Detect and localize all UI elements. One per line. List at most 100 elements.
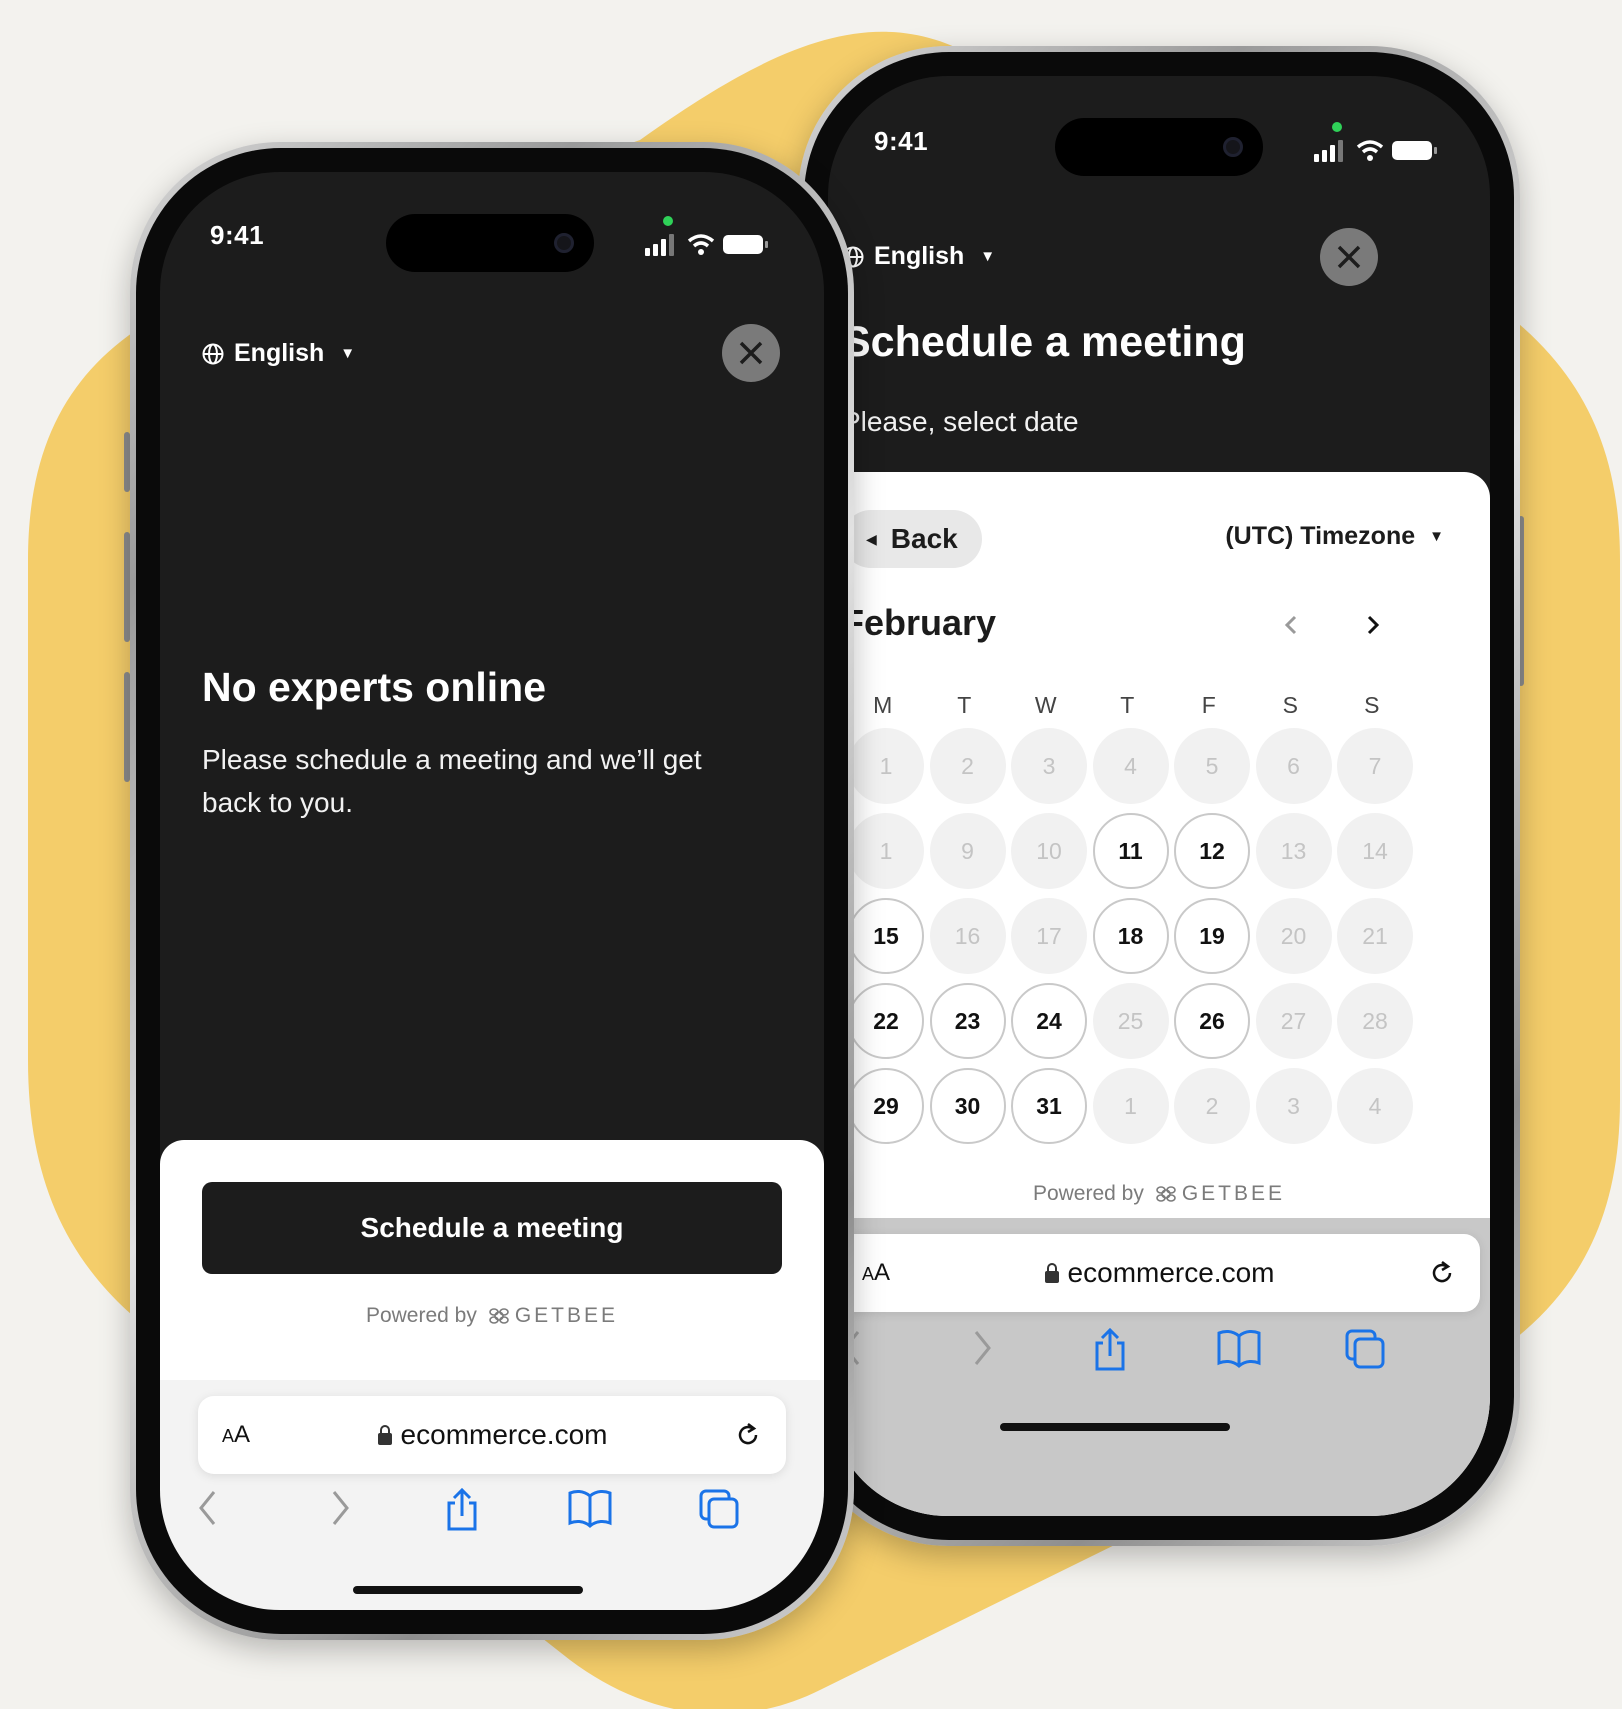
calendar-day-unavailable: 13 bbox=[1255, 813, 1332, 889]
address-bar[interactable]: AA ecommerce.com bbox=[838, 1234, 1480, 1312]
calendar-day-available[interactable]: 19 bbox=[1174, 898, 1250, 974]
bookmarks-icon[interactable] bbox=[567, 1488, 613, 1528]
status-time: 9:41 bbox=[874, 126, 929, 156]
share-icon[interactable] bbox=[1090, 1328, 1130, 1372]
back-button[interactable]: ◀ Back bbox=[842, 510, 982, 568]
close-button[interactable] bbox=[722, 324, 780, 382]
page-title: Schedule a meeting bbox=[842, 318, 1246, 366]
caret-down-icon: ▼ bbox=[980, 248, 996, 265]
page-subtitle: Please, select date bbox=[842, 406, 1079, 437]
calendar-day-available[interactable]: 23 bbox=[929, 983, 1006, 1059]
calendar-day-unavailable: 4 bbox=[1337, 1068, 1413, 1144]
calendar-day-unavailable: 1 bbox=[848, 728, 924, 804]
calendar-day-unavailable: 16 bbox=[929, 898, 1006, 974]
weekday-label: F bbox=[1201, 692, 1216, 718]
tabs-icon[interactable] bbox=[698, 1488, 740, 1530]
reload-icon[interactable] bbox=[734, 1421, 762, 1449]
calendar-day-available[interactable]: 15 bbox=[848, 898, 924, 974]
bottom-sheet: Schedule a meeting Powered by GETBEE bbox=[160, 1140, 824, 1380]
calendar-day-available[interactable]: 11 bbox=[1092, 813, 1169, 889]
calendar-day-available[interactable]: 31 bbox=[1011, 1068, 1087, 1144]
calendar-day-unavailable: 27 bbox=[1255, 983, 1332, 1059]
browser-bar: AA ecommerce.com bbox=[160, 1380, 824, 1610]
calendar-day-unavailable: 7 bbox=[1337, 728, 1413, 804]
schedule-meeting-button[interactable]: Schedule a meeting bbox=[202, 1182, 782, 1274]
brand-name: GETBEE bbox=[1181, 1182, 1286, 1205]
phone2-screen: 9:41 English ▼ Schedule a meeting Please… bbox=[828, 76, 1490, 1516]
subtext-line-2: back to you. bbox=[202, 787, 353, 818]
powered-by: Powered by GETBEE bbox=[828, 1182, 1490, 1206]
privacy-indicator bbox=[1332, 122, 1342, 132]
tabs-icon[interactable] bbox=[1344, 1328, 1386, 1370]
bee-icon bbox=[1156, 1186, 1176, 1202]
url-text: ecommerce.com bbox=[377, 1419, 607, 1451]
calendar-day-unavailable: 25 bbox=[1092, 983, 1169, 1059]
close-icon bbox=[739, 341, 763, 365]
powered-by: Powered by GETBEE bbox=[160, 1304, 824, 1328]
calendar-day-unavailable: 10 bbox=[1011, 813, 1087, 889]
reload-icon[interactable] bbox=[1428, 1259, 1456, 1287]
next-month-button[interactable] bbox=[1365, 614, 1381, 636]
calendar-day-unavailable: 1 bbox=[848, 813, 924, 889]
reader-settings-button[interactable]: AA bbox=[862, 1259, 890, 1287]
dynamic-island bbox=[1055, 118, 1263, 176]
privacy-indicator bbox=[663, 216, 673, 226]
weekday-label: T bbox=[957, 692, 972, 718]
powered-by-label: Powered by bbox=[1032, 1182, 1144, 1205]
brand-name: GETBEE bbox=[514, 1304, 619, 1327]
getbee-logo: GETBEE bbox=[1154, 1182, 1285, 1206]
calendar-day-available[interactable]: 30 bbox=[929, 1068, 1006, 1144]
calendar-day-available[interactable]: 18 bbox=[1092, 898, 1169, 974]
close-icon bbox=[1337, 245, 1361, 269]
weekday-label: M bbox=[873, 692, 893, 718]
status-time: 9:41 bbox=[210, 220, 265, 250]
dynamic-island bbox=[386, 214, 594, 272]
headline: No experts online bbox=[202, 664, 547, 710]
language-label: English bbox=[234, 339, 325, 367]
language-label: English bbox=[874, 242, 965, 270]
url-text: ecommerce.com bbox=[1044, 1257, 1274, 1289]
timezone-selector[interactable]: (UTC) Timezone ▼ bbox=[1225, 522, 1444, 551]
calendar-day-unavailable: 3 bbox=[1011, 728, 1087, 804]
home-indicator bbox=[353, 1586, 583, 1594]
phone1-screen: 9:41 English ▼ No experts online Please … bbox=[160, 172, 824, 1610]
subtext-line-1: Please schedule a meeting and we’ll get bbox=[202, 744, 702, 775]
forward-nav-icon[interactable] bbox=[328, 1488, 352, 1528]
calendar-day-unavailable: 4 bbox=[1092, 728, 1169, 804]
language-selector[interactable]: English ▼ bbox=[202, 339, 355, 368]
weekday-label: T bbox=[1120, 692, 1135, 718]
bee-icon bbox=[489, 1308, 509, 1324]
globe-icon bbox=[202, 343, 224, 364]
calendar-day-available[interactable]: 12 bbox=[1174, 813, 1250, 889]
address-bar[interactable]: AA ecommerce.com bbox=[198, 1396, 786, 1474]
weekday-label: W bbox=[1034, 692, 1057, 718]
share-icon[interactable] bbox=[442, 1488, 482, 1532]
calendar-day-unavailable: 2 bbox=[929, 728, 1006, 804]
language-selector[interactable]: English ▼ bbox=[842, 242, 995, 271]
powered-by-label: Powered by bbox=[365, 1304, 477, 1327]
calendar-day-unavailable: 20 bbox=[1255, 898, 1332, 974]
back-nav-icon[interactable] bbox=[196, 1488, 220, 1528]
phone-schedule-calendar: 9:41 English ▼ Schedule a meeting Please… bbox=[794, 46, 1524, 1546]
calendar-day-available[interactable]: 26 bbox=[1174, 983, 1250, 1059]
weekday-label: S bbox=[1364, 692, 1380, 718]
forward-nav-icon[interactable] bbox=[970, 1328, 994, 1368]
browser-toolbar bbox=[160, 1488, 824, 1548]
timezone-label: (UTC) Timezone bbox=[1225, 522, 1416, 550]
getbee-logo: GETBEE bbox=[487, 1304, 618, 1328]
calendar-day-unavailable: 17 bbox=[1011, 898, 1087, 974]
bookmarks-icon[interactable] bbox=[1216, 1328, 1262, 1368]
home-indicator bbox=[1000, 1423, 1230, 1431]
calendar-day-unavailable: 6 bbox=[1255, 728, 1332, 804]
caret-down-icon: ▼ bbox=[340, 345, 356, 362]
calendar-day-available[interactable]: 29 bbox=[848, 1068, 924, 1144]
browser-toolbar bbox=[828, 1328, 1490, 1388]
calendar-day-available[interactable]: 24 bbox=[1011, 983, 1087, 1059]
calendar-day-unavailable: 5 bbox=[1174, 728, 1250, 804]
reader-settings-button[interactable]: AA bbox=[222, 1421, 250, 1449]
status-icons bbox=[645, 234, 768, 256]
calendar-day-unavailable: 14 bbox=[1337, 813, 1413, 889]
calendar-day-available[interactable]: 22 bbox=[848, 983, 924, 1059]
close-button[interactable] bbox=[1320, 228, 1378, 286]
prev-month-button[interactable] bbox=[1283, 614, 1299, 636]
